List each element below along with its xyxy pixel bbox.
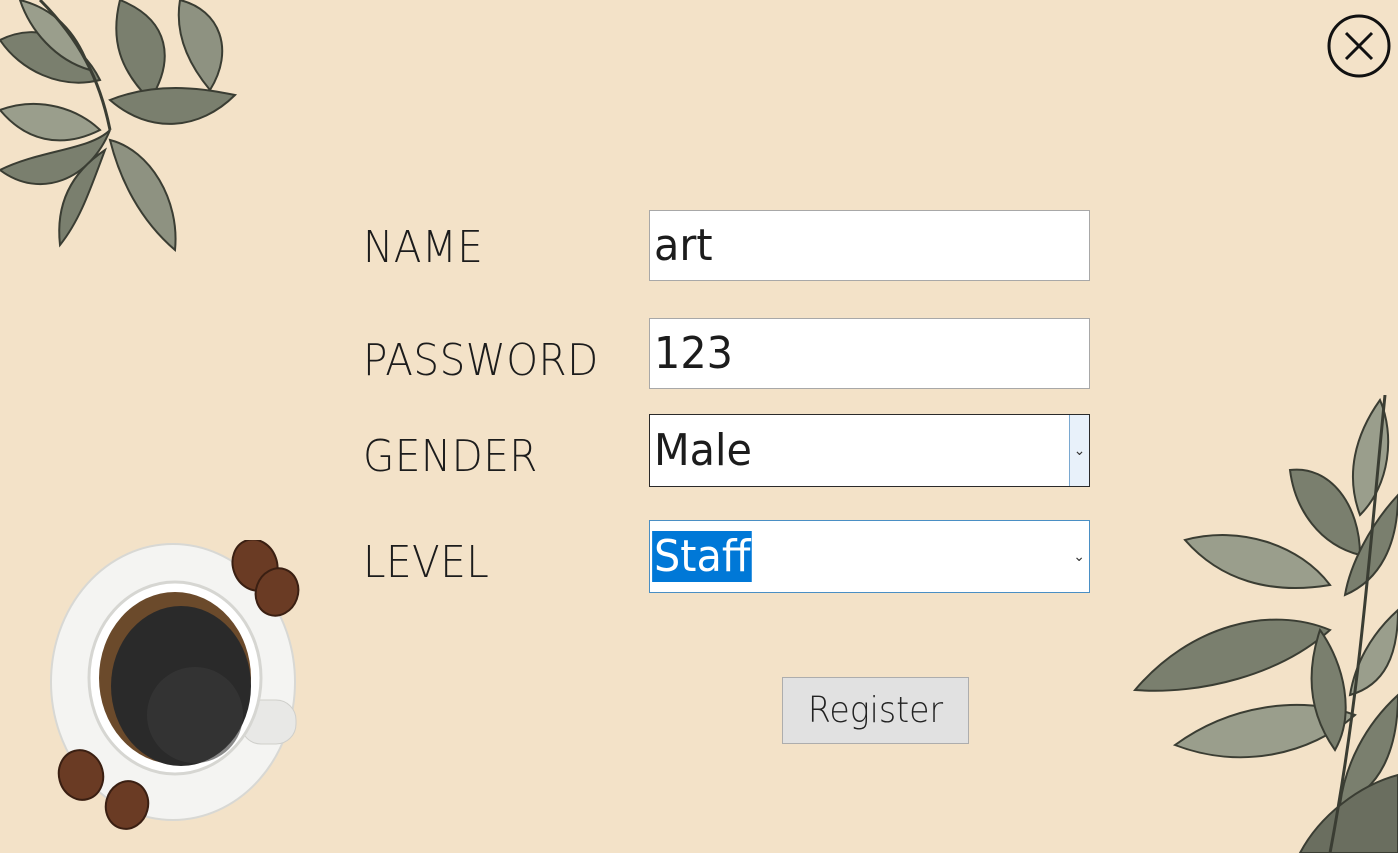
right-leaves-decoration	[1132, 395, 1398, 853]
level-select[interactable]: Staff ⌄	[649, 520, 1090, 593]
close-icon[interactable]	[1326, 13, 1392, 79]
password-input[interactable]: 123	[649, 318, 1090, 389]
gender-select-value: Male	[654, 424, 752, 476]
level-select-value: Staff	[652, 530, 753, 582]
coffee-cup-decoration	[50, 540, 300, 830]
name-input-value: art	[654, 219, 713, 271]
name-input[interactable]: art	[649, 210, 1090, 281]
chevron-down-icon[interactable]: ⌄	[1073, 549, 1085, 565]
level-selected-text: Staff	[652, 530, 753, 582]
gender-dropdown-button[interactable]: ⌄	[1069, 415, 1089, 486]
password-label: PASSWORD	[363, 335, 599, 386]
password-input-value: 123	[654, 327, 733, 379]
register-button[interactable]: Register	[782, 677, 969, 744]
level-label: LEVEL	[363, 537, 490, 588]
name-label: NAME	[363, 222, 484, 273]
gender-label: GENDER	[363, 431, 538, 482]
chevron-down-icon: ⌄	[1073, 442, 1086, 459]
top-left-leaves-decoration	[0, 0, 238, 253]
register-button-label: Register	[807, 690, 944, 731]
gender-select[interactable]: Male ⌄	[649, 414, 1090, 487]
